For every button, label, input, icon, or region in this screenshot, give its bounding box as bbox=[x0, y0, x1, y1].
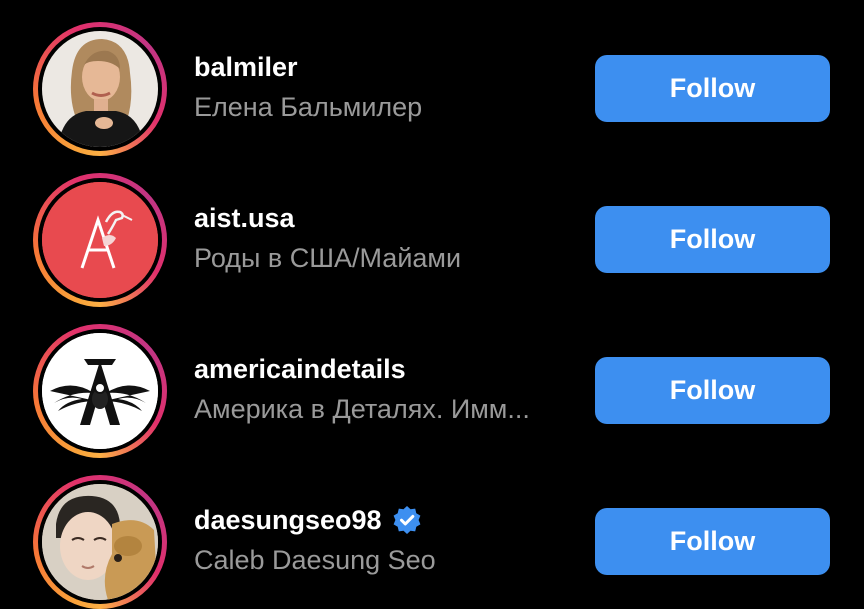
follow-button[interactable]: Follow bbox=[595, 508, 830, 575]
username[interactable]: daesungseo98 bbox=[194, 504, 436, 536]
man-with-dog-photo-icon bbox=[42, 484, 158, 600]
woman-portrait-icon bbox=[42, 31, 158, 147]
account-row-daesungseo98[interactable]: daesungseo98 Caleb Daesung Seo Follow bbox=[0, 453, 864, 609]
verified-badge-icon bbox=[392, 505, 422, 535]
avatar[interactable] bbox=[42, 182, 158, 298]
account-row-balmiler[interactable]: balmiler Елена Бальмилер Follow bbox=[0, 0, 864, 156]
username-text[interactable]: daesungseo98 bbox=[194, 504, 382, 536]
full-name: Елена Бальмилер bbox=[194, 92, 423, 122]
username-text[interactable]: americaindetails bbox=[194, 353, 406, 385]
username[interactable]: balmiler bbox=[194, 51, 422, 83]
avatar[interactable] bbox=[42, 31, 158, 147]
story-ring[interactable] bbox=[33, 475, 167, 609]
username[interactable]: aist.usa bbox=[194, 202, 461, 234]
username[interactable]: americaindetails bbox=[194, 353, 530, 385]
suggested-accounts-list: balmiler Елена Бальмилер Follow aist.usa… bbox=[0, 0, 864, 609]
username-text[interactable]: aist.usa bbox=[194, 202, 295, 234]
full-name: Роды в США/Майами bbox=[194, 243, 462, 273]
story-ring[interactable] bbox=[33, 22, 167, 156]
avatar[interactable] bbox=[42, 333, 158, 449]
story-ring[interactable] bbox=[33, 324, 167, 458]
account-row-aist-usa[interactable]: aist.usa Роды в США/Майами Follow bbox=[0, 151, 864, 307]
username-text[interactable]: balmiler bbox=[194, 51, 298, 83]
avatar[interactable] bbox=[42, 484, 158, 600]
full-name: Caleb Daesung Seo bbox=[194, 545, 436, 575]
follow-button[interactable]: Follow bbox=[595, 357, 830, 424]
account-row-americaindetails[interactable]: americaindetails Америка в Деталях. Имм.… bbox=[0, 302, 864, 458]
follow-button[interactable]: Follow bbox=[595, 55, 830, 122]
full-name: Америка в Деталях. Имм... bbox=[194, 394, 530, 424]
eagle-letter-a-logo-icon bbox=[42, 333, 158, 449]
letter-a-stork-logo-icon bbox=[42, 182, 158, 298]
follow-button[interactable]: Follow bbox=[595, 206, 830, 273]
story-ring[interactable] bbox=[33, 173, 167, 307]
